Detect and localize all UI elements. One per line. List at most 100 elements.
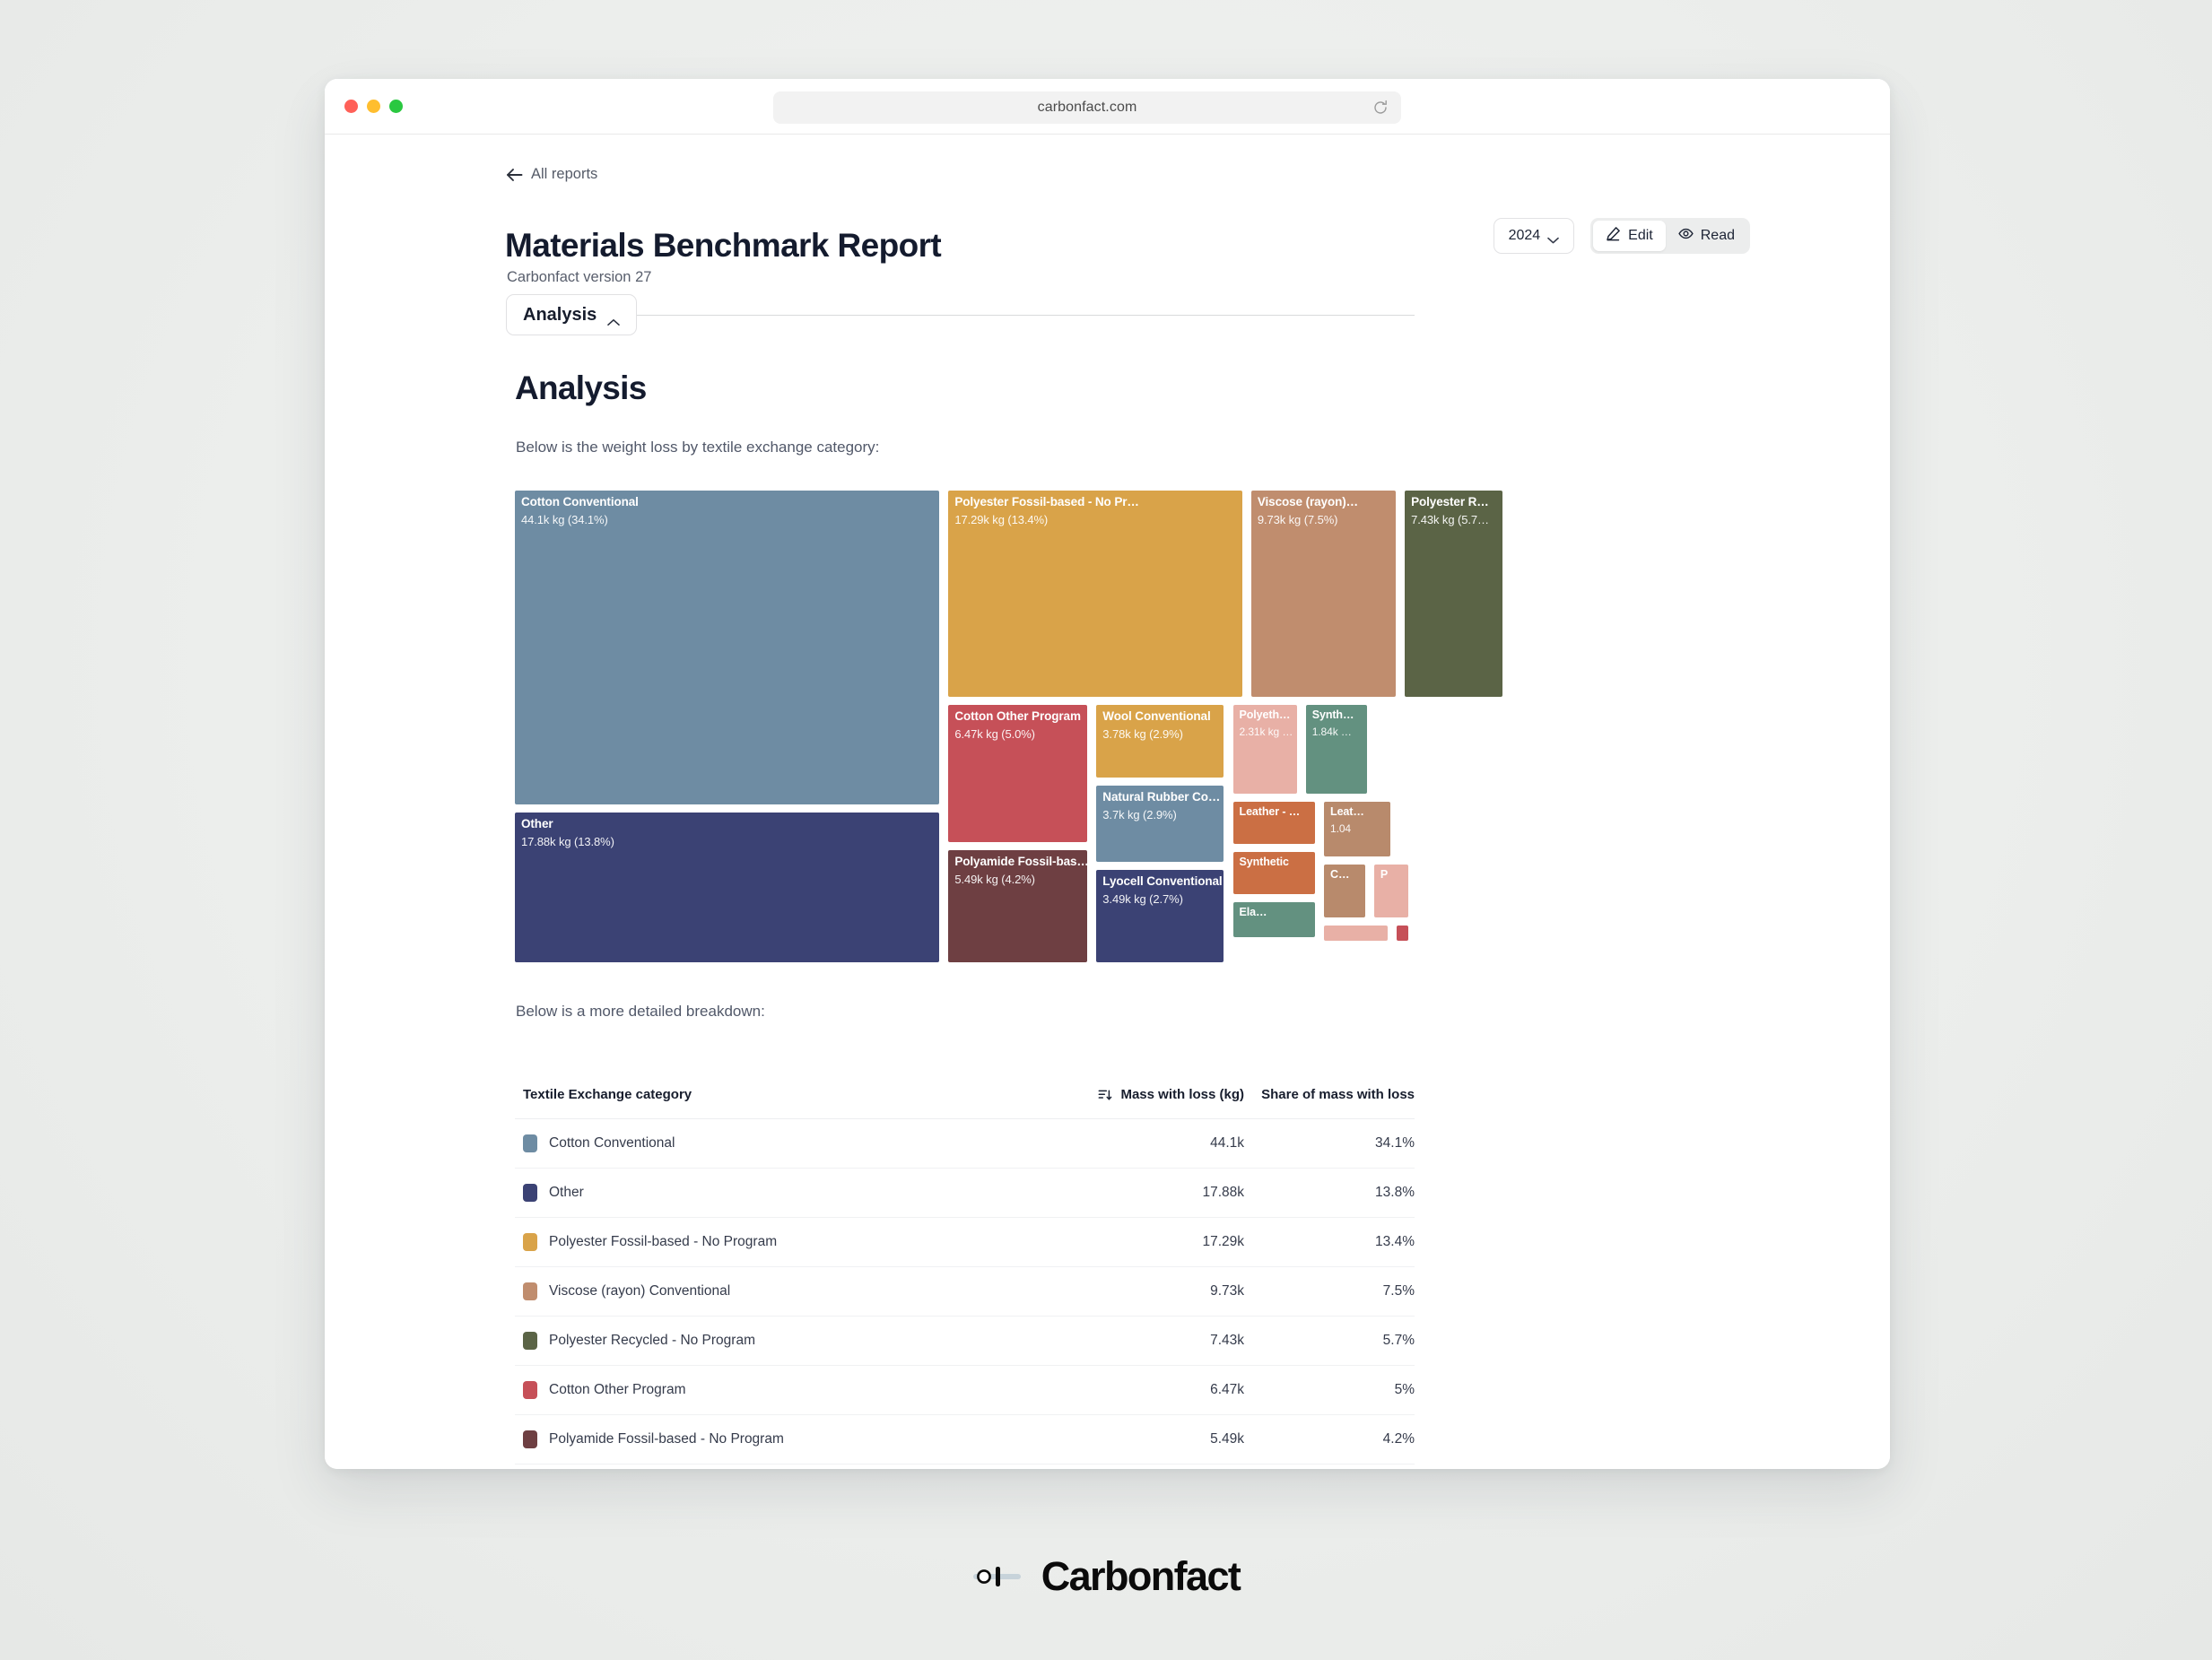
minimize-window-button[interactable] [367,100,380,113]
treemap-tile[interactable]: Leat… 1.04 [1324,802,1390,856]
column-header-category[interactable]: Textile Exchange category [515,1087,1038,1102]
treemap-tile[interactable]: P [1373,865,1408,917]
page-title: Materials Benchmark Report [505,227,942,264]
browser-window: carbonfact.com All reports Materials Ben… [325,79,1890,1469]
column-header-share[interactable]: Share of mass with loss [1244,1087,1415,1102]
breakdown-intro-text: Below is a more detailed breakdown: [516,1003,765,1020]
treemap-tile[interactable]: Natural Rubber Co… 3.7k kg (2.9%) [1096,786,1224,862]
treemap-tile[interactable]: C… [1324,865,1365,917]
url-text: carbonfact.com [1037,100,1137,115]
footer-logo: Carbonfact [0,1553,2212,1600]
table-cell-share: 13.4% [1375,1234,1415,1249]
table-cell-category: Cotton Other Program [515,1381,1038,1399]
view-mode-toggle: Edit Read [1590,218,1750,254]
table-cell-share: 5% [1394,1382,1415,1397]
treemap-tile-label: Other [521,817,553,830]
accordion-divider [636,314,1415,316]
treemap-tile[interactable]: Cotton Conventional 44.1k kg (34.1%) [515,491,940,804]
read-mode-label: Read [1700,228,1735,243]
table-cell-mass: 7.43k [1210,1333,1244,1348]
treemap-tile-value: 1.84k … [1311,726,1352,738]
table-row[interactable]: Polyester Fossil-based - No Program 17.29… [515,1218,1415,1267]
treemap-tile-label: Leather - … [1239,805,1301,818]
treemap-tile[interactable]: Wool Conventional 3.78k kg (2.9%) [1096,705,1224,778]
year-select-value: 2024 [1508,228,1541,243]
treemap-tile[interactable]: Polyester R… 7.43k kg (5.7… [1405,491,1503,697]
treemap-tile-value: 3.78k kg (2.9%) [1102,727,1183,741]
treemap-tile-value: 3.7k kg (2.9%) [1102,808,1177,821]
address-bar[interactable]: carbonfact.com [773,91,1401,124]
treemap-tile-label: Cotton Conventional [521,495,639,508]
treemap-tile[interactable]: Viscose (rayon)… 9.73k kg (7.5%) [1250,491,1397,697]
table-row[interactable]: Viscose (rayon) Conventional 9.73k 7.5% [515,1267,1415,1317]
all-reports-label: All reports [531,166,598,182]
weight-loss-treemap: Cotton Conventional 44.1k kg (34.1%) Other… [515,491,1503,967]
analysis-accordion-toggle[interactable]: Analysis [506,294,638,335]
breakdown-table: Textile Exchange category Mass with loss… [515,1078,1415,1464]
treemap-tile[interactable]: Other 17.88k kg (13.8%) [515,813,940,962]
table-cell-share: 34.1% [1375,1135,1415,1151]
treemap-tile-label: Polyester Fossil-based - No Pr… [954,495,1139,508]
table-cell-category-label: Polyamide Fossil-based - No Program [549,1431,784,1447]
table-row[interactable]: Polyester Recycled - No Program 7.43k 5.7% [515,1317,1415,1366]
column-header-mass[interactable]: Mass with loss (kg) [1038,1087,1244,1102]
year-select[interactable]: 2024 [1493,218,1575,254]
table-cell-mass: 17.88k [1202,1185,1244,1200]
sort-descending-icon [1098,1088,1112,1102]
table-cell-share: 13.8% [1375,1185,1415,1200]
treemap-intro-text: Below is the weight loss by textile exch… [516,439,880,456]
edit-mode-label: Edit [1628,228,1653,243]
table-cell-mass: 6.47k [1210,1382,1244,1397]
table-cell-category-label: Polyester Fossil-based - No Program [549,1234,778,1249]
analysis-tab-label: Analysis [523,304,597,325]
category-color-swatch [523,1134,537,1152]
table-cell-category: Polyester Recycled - No Program [515,1332,1038,1350]
treemap-tile[interactable]: Synthetic [1232,852,1315,894]
table-row[interactable]: Polyamide Fossil-based - No Program 5.49k… [515,1415,1415,1464]
table-cell-share: 7.5% [1382,1283,1415,1299]
treemap-tile[interactable]: Ela… [1232,902,1315,937]
treemap-tile[interactable] [1324,926,1389,941]
treemap-tile[interactable]: Cotton Other Program 6.47k kg (5.0%) [948,705,1088,842]
treemap-tile-label: Polyester R… [1411,495,1489,508]
treemap-tile-label: Leat… [1330,805,1364,818]
arrow-left-icon [506,168,523,182]
treemap-tile[interactable]: Lyocell Conventional 3.49k kg (2.7%) [1096,870,1224,962]
treemap-tile[interactable] [1397,926,1408,941]
treemap-tile[interactable]: Polyester Fossil-based - No Pr… 17.29k kg… [948,491,1242,697]
category-color-swatch [523,1381,537,1399]
read-mode-button[interactable]: Read [1666,221,1747,251]
category-color-swatch [523,1282,537,1300]
close-window-button[interactable] [344,100,358,113]
table-row[interactable]: Cotton Other Program 6.47k 5% [515,1366,1415,1415]
treemap-tile[interactable]: Polyamide Fossil-bas… 5.49k kg (4.2%) [948,850,1088,962]
table-row[interactable]: Cotton Conventional 44.1k 34.1% [515,1119,1415,1169]
table-row[interactable]: Other 17.88k 13.8% [515,1169,1415,1218]
edit-mode-button[interactable]: Edit [1593,221,1666,251]
table-cell-mass: 17.29k [1202,1234,1244,1249]
zoom-window-button[interactable] [389,100,403,113]
treemap-tile-label: Lyocell Conventional [1102,874,1223,888]
treemap-tile[interactable]: Polyeth… 2.31k kg … [1232,705,1297,794]
treemap-tile-label: Synthetic [1239,856,1289,868]
page-subtitle: Carbonfact version 27 [507,269,652,285]
chevron-down-icon [1547,232,1559,244]
all-reports-link[interactable]: All reports [506,166,597,183]
category-color-swatch [523,1184,537,1202]
treemap-tile-value: 17.29k kg (13.4%) [954,513,1049,526]
report-page: All reports Materials Benchmark Report C… [325,135,1890,1469]
column-header-mass-label: Mass with loss (kg) [1120,1087,1244,1102]
treemap-tile-value: 7.43k kg (5.7… [1411,513,1489,526]
treemap-tile[interactable]: Leather - … [1232,802,1315,844]
analysis-accordion-header: Analysis [506,294,1415,335]
treemap-tile[interactable]: Synth… 1.84k … [1305,705,1368,794]
treemap-tile-label: Cotton Other Program [954,709,1081,723]
treemap-tile-label: C… [1330,868,1350,881]
table-cell-category: Cotton Conventional [515,1134,1038,1152]
table-body: Cotton Conventional 44.1k 34.1% Other 17.88k… [515,1119,1415,1464]
category-color-swatch [523,1430,537,1448]
table-cell-category-label: Viscose (rayon) Conventional [549,1283,731,1299]
reload-icon[interactable] [1372,100,1389,116]
category-color-swatch [523,1233,537,1251]
treemap-tile-value: 44.1k kg (34.1%) [521,513,608,526]
